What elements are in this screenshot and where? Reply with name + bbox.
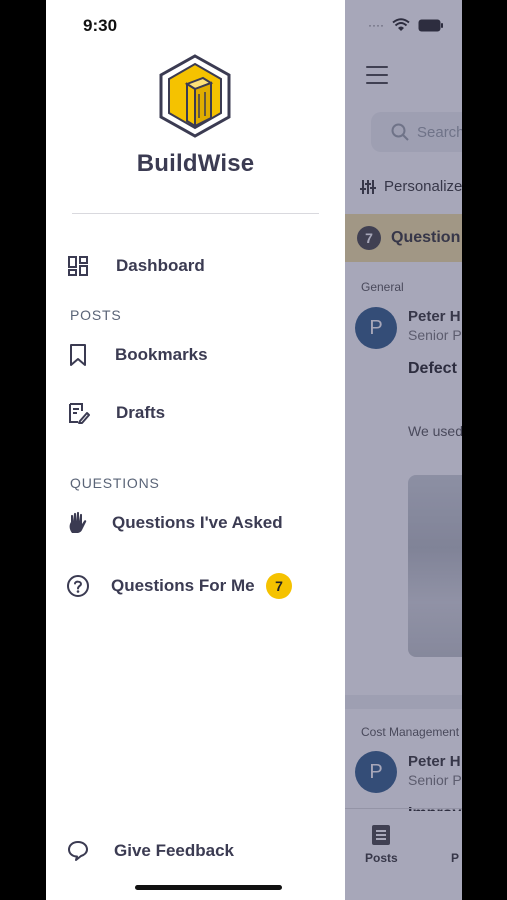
raised-hand-icon (66, 511, 90, 535)
chat-bubble-icon (66, 839, 90, 863)
bookmarks-label: Bookmarks (115, 345, 208, 364)
questions-for-me-label: Questions For Me (111, 576, 255, 595)
navigation-drawer: 9:30 BuildWise Dashboard POSTS Bookmarks… (46, 0, 345, 900)
drafts-icon (66, 401, 90, 425)
posts-section-heading: POSTS (70, 307, 122, 323)
drawer-divider (72, 213, 319, 214)
drawer-item-drafts[interactable]: Drafts (46, 391, 345, 435)
drawer-item-bookmarks[interactable]: Bookmarks (46, 333, 345, 377)
letterbox-right (462, 0, 507, 900)
question-circle-icon (66, 574, 90, 598)
drawer-item-questions-asked[interactable]: Questions I've Asked (46, 501, 345, 545)
brand-name: BuildWise (136, 150, 255, 177)
home-indicator[interactable] (135, 885, 282, 890)
buildwise-logo-icon (159, 54, 231, 138)
bookmark-icon (66, 343, 90, 367)
questions-asked-label: Questions I've Asked (112, 513, 283, 532)
letterbox-left (0, 0, 46, 900)
give-feedback-label: Give Feedback (114, 841, 235, 860)
drafts-label: Drafts (116, 403, 166, 422)
status-time: 9:30 (83, 16, 118, 35)
drawer-item-give-feedback[interactable]: Give Feedback (46, 829, 345, 873)
questions-section-heading: QUESTIONS (70, 475, 160, 491)
dashboard-label: Dashboard (116, 256, 205, 275)
dashboard-icon (66, 254, 90, 278)
questions-for-me-badge: 7 (266, 573, 292, 599)
drawer-item-dashboard[interactable]: Dashboard (46, 244, 345, 288)
drawer-item-questions-for-me[interactable]: Questions For Me 7 (46, 564, 345, 608)
